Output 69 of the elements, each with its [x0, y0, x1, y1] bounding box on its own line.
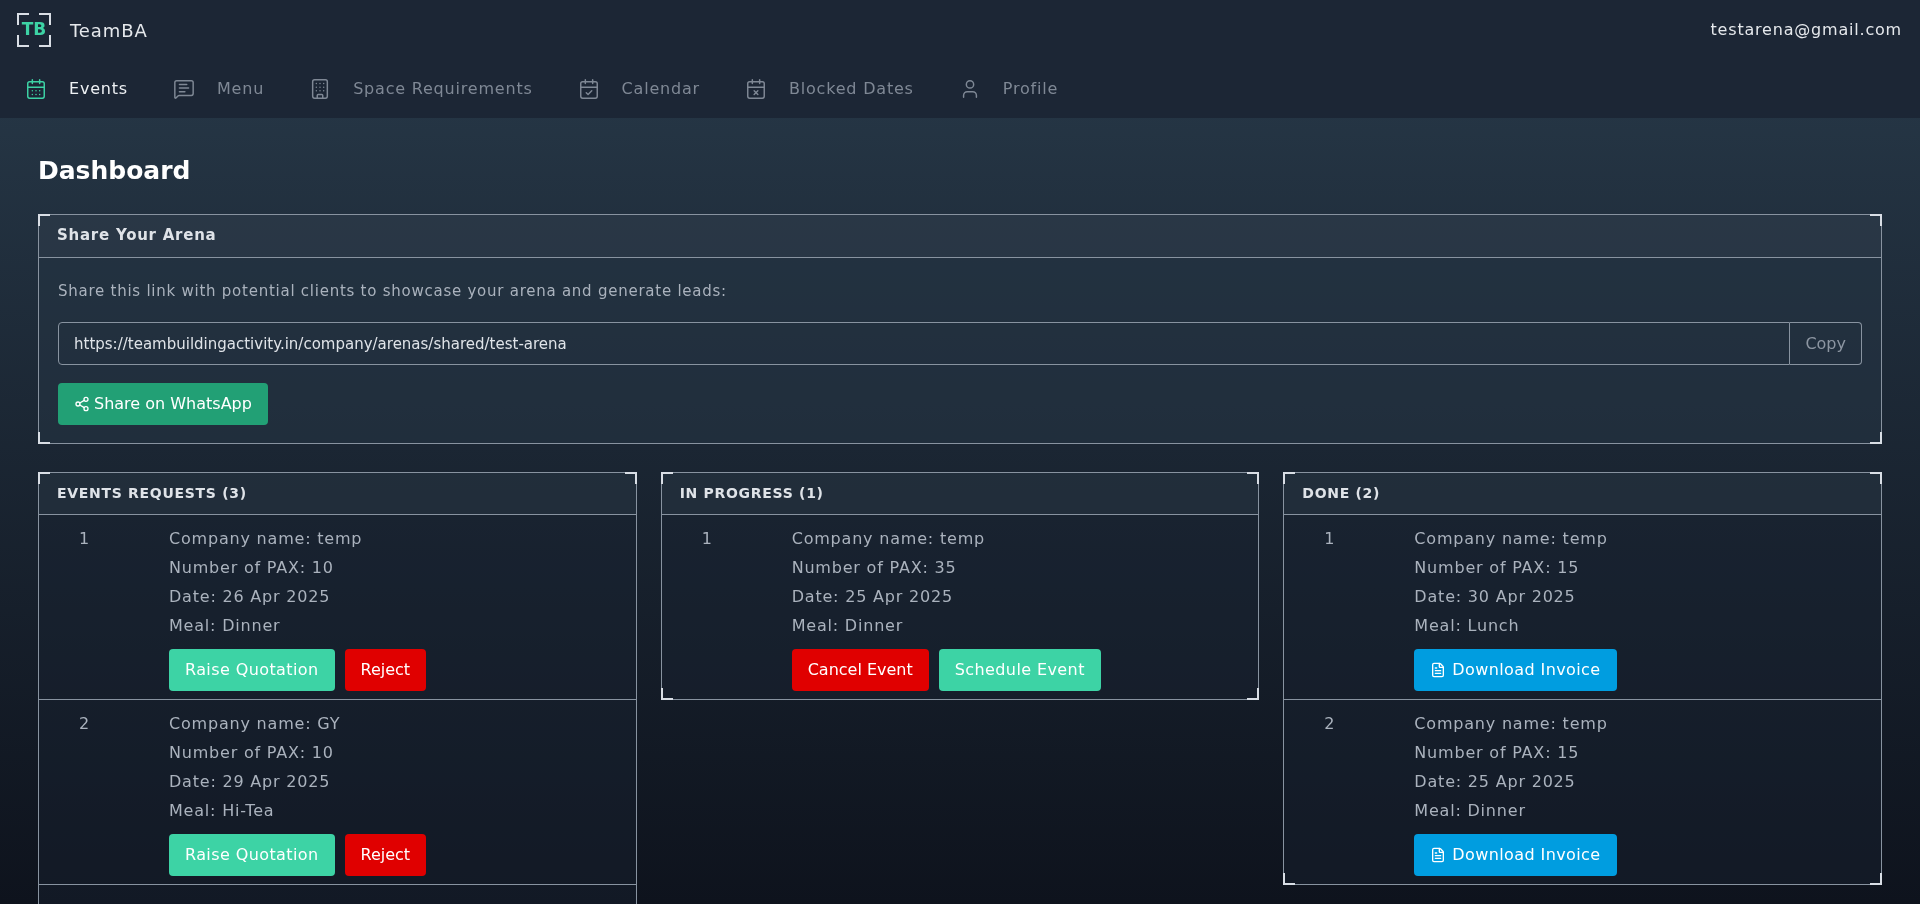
- corner-bracket: [1870, 873, 1882, 885]
- corner-bracket: [1247, 688, 1260, 700]
- calendar-icon: [25, 78, 47, 100]
- event-detail: Number of PAX: 15: [1414, 742, 1581, 764]
- copy-button[interactable]: Copy: [1790, 322, 1862, 365]
- event-detail: Company name: temp: [791, 528, 986, 550]
- share-description: Share this link with potential clients to showcase your arena and generate leads:: [58, 280, 728, 302]
- corner-bracket: [1247, 472, 1260, 484]
- corner-bracket: [1283, 873, 1296, 885]
- corner-bracket: [1870, 472, 1882, 484]
- event-detail: Company name: temp: [1414, 528, 1609, 550]
- corner-bracket: [1283, 472, 1296, 484]
- event-detail: Company name: GY: [169, 713, 342, 735]
- download-invoice-button[interactable]: Download Invoice: [1414, 649, 1617, 691]
- link-field[interactable]: https://teambuildingactivity.in/company/arenas/shared/test-arena: [58, 322, 1791, 365]
- download-invoice-button[interactable]: Download Invoice: [1414, 834, 1617, 876]
- page-title: Dashboard: [38, 155, 192, 187]
- event-detail: Number of PAX: 15: [1414, 557, 1581, 579]
- user-email: testarena@gmail.com: [1710, 19, 1902, 41]
- nav-tab[interactable]: Profile: [958, 77, 1059, 101]
- corner-bracket: [660, 688, 673, 700]
- nav-tab[interactable]: Blocked Dates: [744, 77, 914, 101]
- event-detail: Date: 30 Apr 2025: [1414, 586, 1577, 608]
- brand-name: TeamBA: [70, 18, 148, 43]
- document-icon: [1430, 847, 1447, 863]
- event-detail: Company name: temp: [169, 528, 364, 550]
- nav-tab[interactable]: Space Requirements: [309, 77, 533, 101]
- item-number: 2: [1323, 713, 1336, 735]
- event-detail: Meal: Dinner: [169, 615, 282, 637]
- action-button[interactable]: Cancel Event: [791, 649, 929, 691]
- item-number: 1: [700, 528, 713, 550]
- nav-tab[interactable]: Events: [25, 77, 128, 101]
- logo: TB: [18, 14, 50, 46]
- event-detail: Number of PAX: 10: [169, 557, 335, 579]
- action-button[interactable]: Reject: [344, 834, 427, 876]
- event-detail: Meal: Hi-Tea: [169, 800, 276, 822]
- event-detail: Date: 29 Apr 2025: [169, 771, 332, 793]
- message-icon: [173, 78, 195, 100]
- board-title: EVENTS REQUESTS (3): [57, 484, 247, 503]
- event-detail: Number of PAX: 35: [791, 557, 958, 579]
- event-detail: Number of PAX: 10: [169, 742, 335, 764]
- calendar-check-icon: [577, 78, 600, 100]
- event-detail: Date: 25 Apr 2025: [1414, 771, 1577, 793]
- calendar-x-icon: [744, 78, 767, 100]
- share-icon: [74, 396, 90, 412]
- nav-tab[interactable]: Calendar: [577, 77, 700, 101]
- corner-bracket: [1870, 213, 1882, 226]
- event-detail: Date: 26 Apr 2025: [169, 586, 332, 608]
- action-button[interactable]: Reject: [344, 649, 427, 691]
- item-number: 2: [78, 713, 91, 735]
- document-icon: [1430, 662, 1447, 678]
- board-title: DONE (2): [1302, 484, 1381, 503]
- item-number: 1: [1323, 528, 1336, 550]
- share-whatsapp-button[interactable]: Share on WhatsApp: [58, 383, 268, 425]
- nav-tab[interactable]: Menu: [173, 77, 265, 101]
- event-detail: Company name: temp: [1414, 713, 1609, 735]
- card-title: Share Your Arena: [57, 225, 217, 247]
- item-number: 1: [78, 528, 91, 550]
- corner-bracket: [624, 472, 637, 484]
- event-detail: Meal: Dinner: [791, 615, 905, 637]
- corner-bracket: [1870, 432, 1882, 444]
- corner-bracket: [38, 432, 50, 444]
- board-title: IN PROGRESS (1): [679, 484, 824, 503]
- corner-bracket: [660, 472, 673, 484]
- event-detail: Meal: Lunch: [1414, 615, 1521, 637]
- corner-bracket: [38, 472, 50, 484]
- corner-bracket: [38, 213, 50, 226]
- event-detail: Meal: Dinner: [1414, 800, 1527, 822]
- event-detail: Date: 25 Apr 2025: [791, 586, 954, 608]
